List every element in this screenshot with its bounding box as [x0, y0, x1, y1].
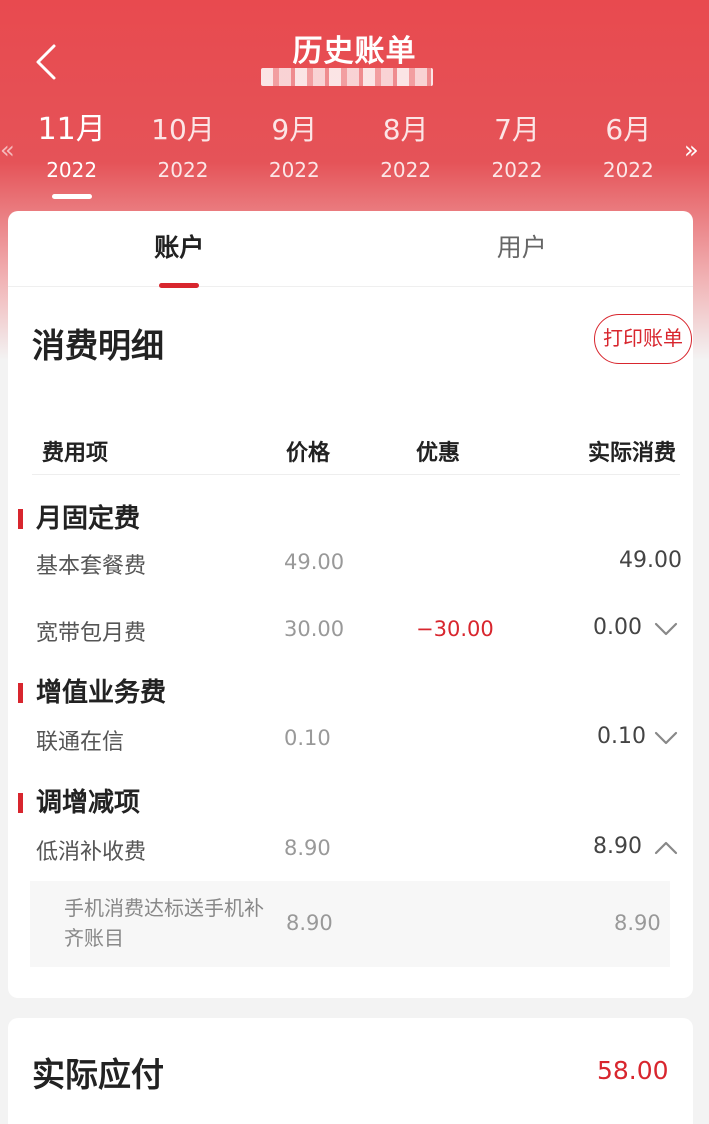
month-label: 6月 [605, 113, 652, 146]
sub-item-name: 手机消费达标送手机补齐账目 [64, 896, 264, 950]
chevron-down-icon[interactable] [648, 722, 684, 754]
item-price: 0.10 [284, 726, 331, 750]
month-label: 10月 [151, 113, 215, 146]
page-title: 历史账单 [292, 34, 417, 69]
item-price: 30.00 [284, 617, 345, 641]
month-tab-4[interactable]: 7月 2022 [461, 112, 572, 202]
year-label: 2022 [46, 158, 98, 182]
table-header: 费用项 价格 优惠 实际消费 [32, 427, 680, 475]
group-marker [18, 793, 23, 813]
column-actual: 实际消费 [588, 441, 677, 466]
item-name: 联通在信 [36, 730, 125, 755]
month-tab-2[interactable]: 9月 2022 [239, 112, 350, 202]
scroll-left-icon[interactable]: « [0, 136, 15, 164]
account-user-tabs: 账户 用户 [8, 211, 694, 288]
month-label: 11月 [37, 112, 106, 147]
month-label: 9月 [271, 113, 318, 146]
group-label: 增值业务费 [36, 678, 167, 708]
item-price: 49.00 [284, 550, 345, 574]
item-actual: 8.90 [593, 834, 642, 859]
month-tab-1[interactable]: 10月 2022 [127, 112, 238, 202]
item-actual: 0.10 [597, 724, 646, 749]
group-marker [18, 509, 23, 529]
section-title: 消费明细 [32, 326, 164, 365]
total-amount: 58.00 [597, 1056, 669, 1085]
item-discount: −30.00 [416, 617, 494, 641]
sub-item-detail: 手机消费达标送手机补齐账目 8.90 8.90 [30, 881, 670, 967]
total-label: 实际应付 [32, 1055, 164, 1094]
chevron-up-icon[interactable] [648, 832, 684, 864]
masked-phone-number [261, 68, 433, 86]
bill-detail-card: 账户 用户 消费明细 打印账单 费用项 价格 优惠 实际消费 月固定费 基本套餐… [8, 211, 693, 998]
month-tab-3[interactable]: 8月 2022 [350, 112, 461, 202]
year-label: 2022 [602, 158, 654, 182]
tab-user[interactable]: 用户 [351, 211, 694, 286]
month-tab-0[interactable]: 11月 2022 [16, 112, 127, 202]
group-label: 调增减项 [36, 788, 141, 818]
month-label: 7月 [494, 113, 540, 146]
month-tab-5[interactable]: 6月 2022 [573, 112, 684, 202]
item-price: 8.90 [284, 836, 331, 860]
month-selector: 11月 2022 10月 2022 9月 2022 8月 2022 7月 202… [16, 112, 684, 202]
scroll-right-icon[interactable]: » [684, 136, 699, 164]
sub-item-price: 8.90 [286, 911, 333, 935]
total-card: 实际应付 58.00 [8, 1018, 693, 1124]
table-row: 低消补收费 8.90 8.90 [8, 828, 693, 868]
year-label: 2022 [157, 158, 209, 182]
month-label: 8月 [382, 113, 429, 146]
column-discount: 优惠 [416, 441, 461, 466]
table-row: 联通在信 0.10 0.10 [8, 718, 693, 758]
group-label: 月固定费 [36, 504, 141, 534]
column-price: 价格 [286, 441, 331, 466]
table-row: 宽带包月费 30.00 −30.00 0.00 [8, 609, 693, 649]
year-label: 2022 [380, 158, 432, 182]
tab-account[interactable]: 账户 [8, 211, 351, 288]
item-name: 宽带包月费 [36, 621, 147, 646]
item-actual: 49.00 [619, 548, 682, 573]
sub-item-actual: 8.90 [614, 911, 661, 935]
print-bill-button[interactable]: 打印账单 [594, 314, 692, 364]
item-actual: 0.00 [593, 615, 642, 640]
item-name: 基本套餐费 [36, 554, 147, 579]
column-item: 费用项 [42, 441, 109, 466]
table-row: 基本套餐费 49.00 49.00 [8, 542, 693, 582]
item-name: 低消补收费 [36, 840, 147, 865]
group-marker [18, 683, 23, 703]
year-label: 2022 [268, 158, 320, 182]
chevron-down-icon[interactable] [648, 613, 684, 645]
year-label: 2022 [491, 158, 543, 182]
